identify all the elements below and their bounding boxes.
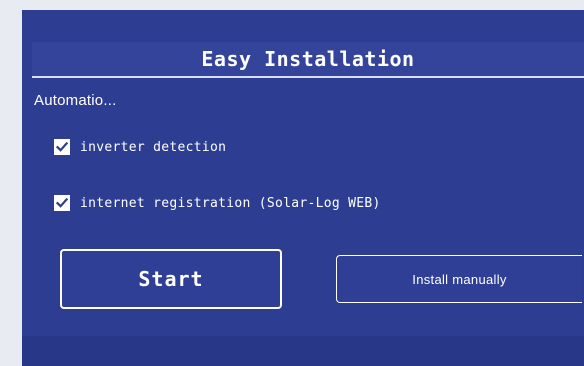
automatic-section-heading: Automatio... [34,92,117,109]
installation-screen: Easy Installation Automatio... inverter … [22,10,584,366]
inverter-detection-label: inverter detection [80,139,227,155]
checkmark-icon [56,197,68,208]
option-internet-registration[interactable]: internet registration (Solar-Log WEB) [54,192,381,214]
install-manually-button[interactable]: Install manually [336,255,582,303]
page-title: Easy Installation [201,47,415,71]
checkmark-icon [56,141,68,152]
internet-registration-checkbox[interactable] [54,195,70,211]
start-button[interactable]: Start [60,249,282,309]
title-divider [32,76,584,78]
inverter-detection-checkbox[interactable] [54,139,70,155]
bottom-band [22,336,584,366]
internet-registration-label: internet registration (Solar-Log WEB) [80,195,381,211]
option-inverter-detection[interactable]: inverter detection [54,136,226,158]
title-bar: Easy Installation [32,42,584,76]
